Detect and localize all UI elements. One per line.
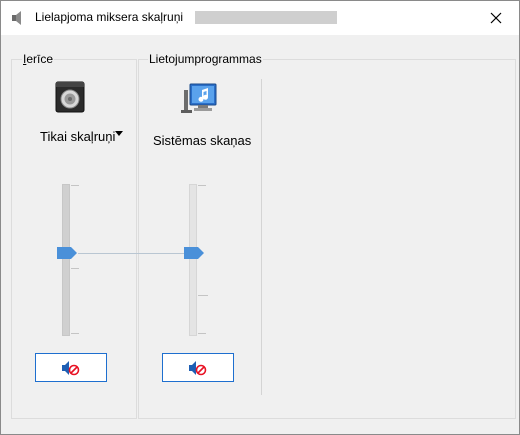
device-name[interactable]: Tikai skaļruņi [40,129,115,144]
app-mute-button[interactable] [162,353,234,382]
volume-mixer-window: Lielapjoma miksera skaļruņi Ierīce Lieto… [0,0,520,435]
device-volume-tick [71,333,79,334]
app-volume-tick [198,295,208,296]
device-volume-track[interactable] [62,184,70,336]
device-volume-thumb[interactable] [57,247,77,259]
column-separator [261,79,262,395]
volume-link-line [78,253,186,254]
system-sounds-icon[interactable] [178,81,220,115]
app-volume-track[interactable] [189,184,197,336]
app-volume-thumb[interactable] [184,247,204,259]
device-volume-tick [71,185,79,186]
device-dropdown-arrow[interactable] [115,131,123,136]
speaker-icon [12,11,21,25]
speaker-device-icon[interactable] [55,81,85,113]
applications-group-label: Lietojumprogrammas [148,52,263,66]
speaker-muted-icon [189,360,207,375]
app-volume-tick [198,185,206,186]
device-volume-tick [71,268,79,269]
title-redacted-area [195,11,337,24]
close-button[interactable] [473,1,519,35]
app-volume-tick [198,333,206,334]
app-name: Sistēmas skaņas [153,133,252,148]
title-bar: Lielapjoma miksera skaļruņi [1,1,519,35]
close-icon [490,12,502,24]
devices-group-label: Ierīce [22,52,55,66]
window-title: Lielapjoma miksera skaļruņi [35,10,184,24]
speaker-muted-icon [62,360,80,375]
device-mute-button[interactable] [35,353,107,382]
